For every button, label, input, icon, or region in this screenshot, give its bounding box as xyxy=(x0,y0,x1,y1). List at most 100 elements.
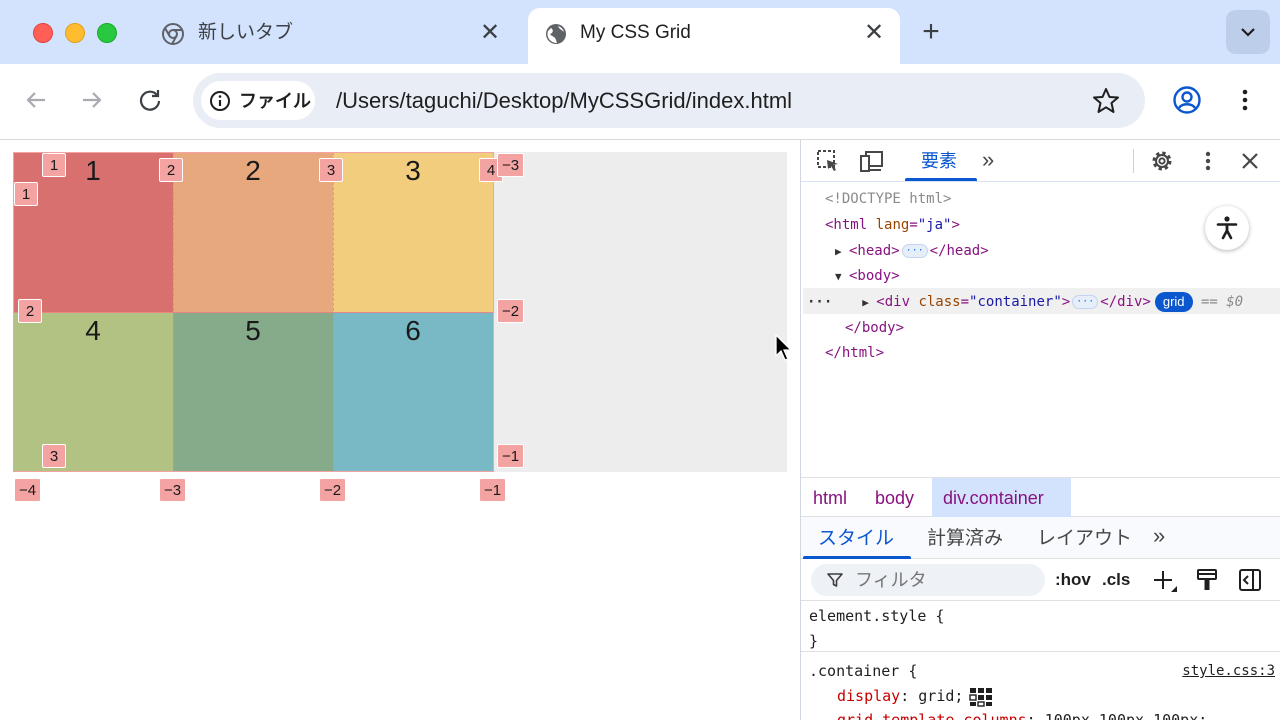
toggle-sidebar-icon[interactable] xyxy=(1237,567,1263,593)
grid-line-badge: 1 xyxy=(14,182,38,206)
device-toolbar-icon[interactable] xyxy=(859,148,885,174)
breadcrumb-item-container[interactable]: div.container xyxy=(943,486,1044,510)
info-icon xyxy=(210,91,230,111)
grid-item-label: 2 xyxy=(245,155,261,186)
grid-editor-icon[interactable] xyxy=(969,687,993,707)
profile-icon[interactable] xyxy=(1171,84,1203,116)
address-bar[interactable]: ファイル /Users/taguchi/Desktop/MyCSSGrid/in… xyxy=(193,73,1145,128)
tab-search-button[interactable] xyxy=(1226,10,1270,54)
tab-bar: 新しいタブ ✕ My CSS Grid ✕ + xyxy=(0,0,1280,64)
filter-field[interactable] xyxy=(811,564,1045,596)
collapsed-children-icon[interactable]: ··· xyxy=(901,244,928,258)
toolbar-divider xyxy=(1133,149,1134,173)
grid-item-label: 5 xyxy=(245,315,261,346)
gear-icon[interactable] xyxy=(1149,148,1175,174)
grid-line-badge: −3 xyxy=(497,153,525,177)
arrow-left-icon xyxy=(26,92,45,108)
doctype-text: <!DOCTYPE html> xyxy=(825,191,952,207)
styles-filter-bar: :hov .cls xyxy=(801,559,1280,601)
grid-item-6: 6 xyxy=(333,312,493,472)
tab-styles[interactable]: スタイル xyxy=(818,527,894,551)
css-value: grid; xyxy=(918,687,964,705)
chevron-down-icon xyxy=(1241,28,1255,37)
breadcrumb-item-html[interactable]: html xyxy=(813,486,847,510)
rule-close-brace: } xyxy=(809,632,819,650)
breadcrumb-item-body[interactable]: body xyxy=(875,486,914,510)
attr-value: "container" xyxy=(969,294,1062,310)
kebab-menu-icon[interactable] xyxy=(1195,148,1221,174)
container-selector[interactable]: .container { xyxy=(809,659,917,683)
forward-button[interactable] xyxy=(76,84,108,116)
grid-line-badge: 1 xyxy=(42,153,66,177)
element-style-selector[interactable]: element.style { xyxy=(809,604,944,628)
grid-line-row xyxy=(13,312,494,313)
site-info-chip[interactable]: ファイル xyxy=(201,81,315,120)
grid-badge[interactable]: grid xyxy=(1154,292,1193,312)
devtools-toolbar: 要素 » xyxy=(801,140,1280,182)
mouse-pointer-icon xyxy=(775,334,793,361)
cls-button[interactable]: .cls xyxy=(1102,569,1130,591)
dom-node-html[interactable]: <html lang="ja"> xyxy=(825,214,960,236)
kebab-menu-icon[interactable] xyxy=(1230,84,1260,116)
tag-name: <body> xyxy=(849,268,900,284)
minimize-window-button[interactable] xyxy=(65,23,85,43)
active-tab-indicator xyxy=(905,178,977,181)
dom-node-html-close[interactable]: </html> xyxy=(825,342,884,364)
dom-node-body-close[interactable]: </body> xyxy=(845,317,904,339)
breadcrumb: html body div.container xyxy=(801,477,1280,517)
close-tab-icon[interactable]: ✕ xyxy=(860,19,888,47)
dom-node-body[interactable]: ▼ <body> xyxy=(835,265,900,288)
close-tab-icon[interactable]: ✕ xyxy=(476,19,504,47)
arrow-right-icon xyxy=(83,92,102,108)
filter-icon xyxy=(827,573,843,587)
expand-triangle-icon[interactable]: ▶ xyxy=(862,292,876,314)
tab-layout[interactable]: レイアウト xyxy=(1037,527,1132,551)
more-tabs-icon[interactable]: » xyxy=(982,146,994,174)
dom-node-head[interactable]: ▶ <head> ··· </head> xyxy=(835,240,989,263)
collapsed-children-icon[interactable]: ··· xyxy=(1072,295,1099,309)
grid-item-4: 4 xyxy=(13,312,173,472)
grid-item-5: 5 xyxy=(173,312,333,472)
dom-doctype[interactable]: <!DOCTYPE html> xyxy=(825,188,951,210)
close-icon[interactable] xyxy=(1237,148,1263,174)
page-viewport: 1 2 3 4 5 6 1 2 3 4 −3 −2 −1 1 2 3 −4 −3… xyxy=(0,140,800,720)
grid-line-badge: 3 xyxy=(319,158,343,182)
reload-button[interactable] xyxy=(134,84,166,116)
dom-node-container[interactable]: ··· ▶ <div class="container"> ··· </div> grid… xyxy=(807,291,1243,314)
close-window-button[interactable] xyxy=(33,23,53,43)
bookmark-star-icon[interactable] xyxy=(1091,86,1121,116)
new-tab-button[interactable]: + xyxy=(914,16,948,50)
tag-name: <html xyxy=(825,217,868,233)
new-style-rule-icon[interactable] xyxy=(1151,568,1179,594)
stylesheet-link[interactable]: style.css:3 xyxy=(1182,663,1275,679)
more-tabs-icon[interactable]: » xyxy=(1153,524,1165,548)
tab-new-tab[interactable]: 新しいタブ ✕ xyxy=(145,8,520,64)
hov-button[interactable]: :hov xyxy=(1055,569,1091,591)
attr-value: "ja" xyxy=(917,217,952,233)
tag-name: <div xyxy=(876,294,911,310)
tab-elements[interactable]: 要素 xyxy=(921,148,957,174)
globe-icon xyxy=(546,24,566,44)
tag-name: <head> xyxy=(849,243,900,259)
accessibility-button[interactable] xyxy=(1205,206,1249,250)
back-button[interactable] xyxy=(20,84,52,116)
grid-line-badge: 2 xyxy=(18,299,42,323)
filter-input[interactable] xyxy=(855,569,1035,591)
styles-pane: element.style { } .container { style.css… xyxy=(801,601,1280,720)
paint-brush-icon[interactable] xyxy=(1195,567,1219,593)
tab-my-css-grid[interactable]: My CSS Grid ✕ xyxy=(528,8,900,64)
row-menu-icon[interactable]: ··· xyxy=(807,294,832,310)
zoom-window-button[interactable] xyxy=(97,23,117,43)
attr-name: lang xyxy=(875,217,910,233)
url-text[interactable]: /Users/taguchi/Desktop/MyCSSGrid/index.h… xyxy=(336,88,792,114)
inspect-element-icon[interactable] xyxy=(815,148,841,174)
grid-line-badge: −3 xyxy=(159,478,187,502)
expand-triangle-icon[interactable]: ▶ xyxy=(835,241,849,263)
styles-subtabs: スタイル 計算済み レイアウト » xyxy=(801,517,1280,559)
style-declaration-display[interactable]: display: grid; xyxy=(837,684,963,708)
style-declaration-columns[interactable]: grid-template-columns: 100px 100px 100px… xyxy=(837,708,1207,720)
tag-name: </div> xyxy=(1100,294,1151,310)
tag-name: </html> xyxy=(825,345,885,361)
collapse-triangle-icon[interactable]: ▼ xyxy=(835,266,849,288)
tab-computed[interactable]: 計算済み xyxy=(927,527,1003,551)
